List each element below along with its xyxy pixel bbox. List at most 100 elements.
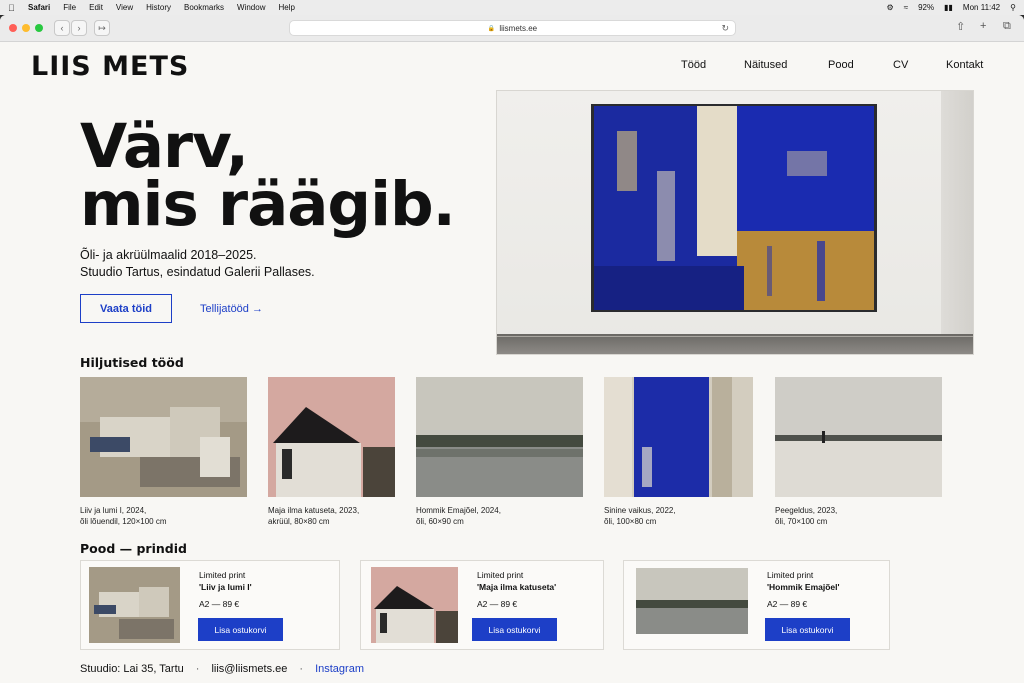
- work-card[interactable]: Maja ilma katuseta, 2023, akrüül, 80×80 …: [268, 377, 395, 527]
- work-card[interactable]: Hommik Emajõel, 2024, õli, 60×90 cm: [416, 377, 583, 527]
- print-price: A2 — 89 €: [199, 599, 240, 609]
- hero-painting: [497, 104, 973, 337]
- spotlight-icon[interactable]: ⚲: [1010, 3, 1016, 12]
- work-card[interactable]: Liiv ja lumi I, 2024, õli lõuendil, 120×…: [80, 377, 247, 527]
- nav-naitused[interactable]: Näitused: [744, 59, 787, 71]
- address-url: liismets.ee: [499, 23, 538, 33]
- work-caption: Liiv ja lumi I, 2024, õli lõuendil, 120×…: [80, 505, 247, 527]
- shop-title: Pood — prindid: [80, 541, 187, 556]
- share-icon[interactable]: ⇧: [956, 20, 965, 33]
- battery-percent[interactable]: 92%: [918, 3, 934, 12]
- site-logo[interactable]: LIIS METS: [31, 51, 189, 82]
- wifi-icon[interactable]: ≈: [904, 3, 908, 12]
- menu-view[interactable]: View: [116, 3, 133, 12]
- control-center-icon[interactable]: ⚙: [887, 3, 894, 12]
- sidebar-toggle-button[interactable]: ↦: [94, 20, 110, 36]
- work-title: Hommik Emajõel, 2024,: [416, 506, 501, 515]
- browser-toolbar: ‹ › ↦ 🔒 liismets.ee ↻ ⇧ + ⧉: [0, 15, 1024, 42]
- print-name: 'Hommik Emajõel': [767, 582, 840, 592]
- commissions-link[interactable]: Tellijatööd →: [200, 303, 263, 315]
- minimize-window-button[interactable]: [22, 24, 30, 32]
- print-name: 'Maja ilma katuseta': [477, 582, 557, 592]
- work-caption: Sinine vaikus, 2022, õli, 100×80 cm: [604, 505, 753, 527]
- print-kicker: Limited print: [199, 570, 246, 580]
- shop-card: Limited print 'Maja ilma katuseta' A2 — …: [360, 560, 604, 650]
- lock-icon: 🔒: [487, 25, 496, 32]
- work-medium: õli, 70×100 cm: [775, 517, 828, 526]
- recent-works-title: Hiljutised tööd: [80, 355, 184, 370]
- chevron-left-icon: ‹: [60, 23, 64, 33]
- hero-title: Värv, mis räägib.: [80, 116, 456, 235]
- sidebar-icon: ↦: [98, 22, 106, 33]
- footer-separator: ·: [299, 663, 304, 675]
- zoom-window-button[interactable]: [35, 24, 43, 32]
- hero-title-line2: mis räägib.: [80, 169, 456, 240]
- work-thumbnail[interactable]: [604, 377, 753, 497]
- hero-subtitle-line1: Õli- ja akrüülmaalid 2018–2025.: [80, 248, 257, 262]
- macos-menu-bar:  Safari File Edit View History Bookmark…: [0, 0, 1024, 15]
- add-to-cart-button[interactable]: Lisa ostukorvi: [765, 618, 850, 641]
- print-thumbnail[interactable]: [89, 567, 180, 643]
- menu-bookmarks[interactable]: Bookmarks: [184, 3, 224, 12]
- footer-email[interactable]: liis@liismets.ee: [211, 663, 287, 675]
- menu-file[interactable]: File: [63, 3, 76, 12]
- work-card[interactable]: Sinine vaikus, 2022, õli, 100×80 cm: [604, 377, 753, 527]
- work-caption: Hommik Emajõel, 2024, õli, 60×90 cm: [416, 505, 583, 527]
- forward-button[interactable]: ›: [71, 20, 87, 36]
- work-thumbnail[interactable]: [268, 377, 395, 497]
- work-medium: õli lõuendil, 120×100 cm: [80, 517, 167, 526]
- add-to-cart-button[interactable]: Lisa ostukorvi: [472, 618, 557, 641]
- footer-studio-address: Stuudio: Lai 35, Tartu: [80, 663, 184, 675]
- site-footer: Stuudio: Lai 35, Tartu · liis@liismets.e…: [80, 663, 364, 675]
- battery-icon[interactable]: ▮▮: [944, 3, 953, 12]
- view-works-button[interactable]: Vaata töid: [80, 294, 172, 323]
- menu-help[interactable]: Help: [278, 3, 294, 12]
- add-to-cart-button[interactable]: Lisa ostukorvi: [198, 618, 283, 641]
- footer-instagram-link[interactable]: Instagram: [315, 663, 364, 675]
- hero-subtitle-line2: Stuudio Tartus, esindatud Galerii Pallas…: [80, 265, 315, 279]
- work-title: Peegeldus, 2023,: [775, 506, 838, 515]
- work-medium: õli, 60×90 cm: [416, 517, 464, 526]
- work-card[interactable]: Peegeldus, 2023, õli, 70×100 cm: [775, 377, 942, 527]
- shop-card: Limited print 'Liiv ja lumi I' A2 — 89 €…: [80, 560, 340, 650]
- nav-cv[interactable]: CV: [893, 59, 908, 71]
- menu-edit[interactable]: Edit: [89, 3, 103, 12]
- new-tab-icon[interactable]: +: [980, 20, 986, 32]
- menubar-status-area: ⚙ ≈ 92% ▮▮ Mon 11:42 ⚲: [877, 3, 1016, 12]
- print-price: A2 — 89 €: [767, 599, 808, 609]
- footer-separator: ·: [195, 663, 200, 675]
- work-medium: õli, 100×80 cm: [604, 517, 657, 526]
- shop-card: Limited print 'Hommik Emajõel' A2 — 89 €…: [623, 560, 890, 650]
- nav-kontakt[interactable]: Kontakt: [946, 59, 983, 71]
- print-name: 'Liiv ja lumi I': [199, 582, 252, 592]
- print-thumbnail[interactable]: [636, 568, 748, 634]
- work-caption: Maja ilma katuseta, 2023, akrüül, 80×80 …: [268, 505, 395, 527]
- nav-toood[interactable]: Tööd: [681, 59, 706, 71]
- reload-icon[interactable]: ↻: [721, 23, 729, 34]
- work-thumbnail[interactable]: [80, 377, 247, 497]
- print-kicker: Limited print: [767, 570, 814, 580]
- hero-subtitle: Õli- ja akrüülmaalid 2018–2025. Stuudio …: [80, 247, 315, 281]
- address-bar[interactable]: 🔒 liismets.ee ↻: [289, 20, 736, 36]
- tab-overview-icon[interactable]: ⧉: [1003, 20, 1011, 33]
- menu-window[interactable]: Window: [237, 3, 265, 12]
- print-thumbnail[interactable]: [371, 567, 458, 643]
- close-window-button[interactable]: [9, 24, 17, 32]
- apple-icon[interactable]: : [8, 3, 18, 13]
- work-title: Maja ilma katuseta, 2023,: [268, 506, 360, 515]
- work-thumbnail[interactable]: [775, 377, 942, 497]
- chevron-right-icon: ›: [77, 23, 81, 33]
- menu-history[interactable]: History: [146, 3, 171, 12]
- back-button[interactable]: ‹: [54, 20, 70, 36]
- work-thumbnail[interactable]: [416, 377, 583, 497]
- clock[interactable]: Mon 11:42: [963, 3, 1000, 12]
- print-kicker: Limited print: [477, 570, 524, 580]
- work-caption: Peegeldus, 2023, õli, 70×100 cm: [775, 505, 942, 527]
- work-medium: akrüül, 80×80 cm: [268, 517, 330, 526]
- work-title: Sinine vaikus, 2022,: [604, 506, 676, 515]
- nav-pood[interactable]: Pood: [828, 59, 854, 71]
- work-title: Liiv ja lumi I, 2024,: [80, 506, 147, 515]
- safari-window: ‹ › ↦ 🔒 liismets.ee ↻ ⇧ + ⧉ LIIS METS Tö…: [0, 15, 1024, 683]
- print-price: A2 — 89 €: [477, 599, 518, 609]
- menu-app-name[interactable]: Safari: [28, 3, 50, 12]
